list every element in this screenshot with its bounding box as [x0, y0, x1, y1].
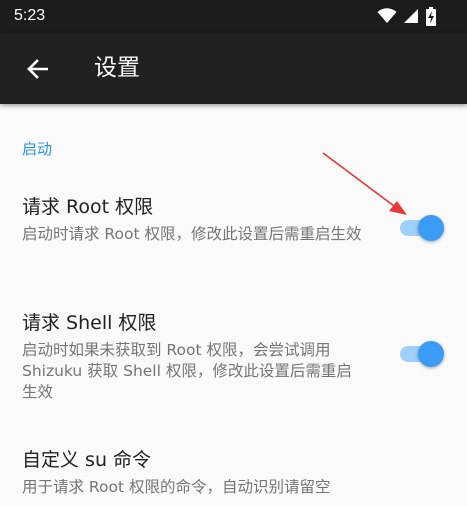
signal-icon [404, 9, 418, 23]
request-shell-switch[interactable] [398, 340, 444, 368]
app-bar: 设置 [0, 33, 467, 104]
arrow-left-icon [27, 59, 48, 79]
battery-charging-icon [426, 6, 436, 26]
settings-list: 启动 请求 Root 权限 启动时请求 Root 权限，修改此设置后需重启生效 … [0, 104, 467, 506]
pref-summary: 启动时如果未获取到 Root 权限，会尝试调用 Shizuku 获取 Shell… [22, 341, 352, 401]
pref-title: 自定义 su 命令 [22, 449, 152, 471]
status-time: 5:23 [14, 7, 46, 24]
pref-custom-su-command[interactable]: 自定义 su 命令 用于请求 Root 权限的命令，自动识别请留空 [0, 447, 467, 506]
page-title: 设置 [94, 55, 140, 81]
pref-request-shell[interactable]: 请求 Shell 权限 启动时如果未获取到 Root 权限，会尝试调用 Shiz… [0, 310, 467, 404]
switch-thumb [418, 215, 444, 241]
switch-thumb [418, 341, 444, 367]
status-bar: 5:23 [0, 0, 467, 33]
pref-title: 请求 Shell 权限 [22, 312, 157, 334]
pref-title: 请求 Root 权限 [22, 196, 154, 218]
status-icons [377, 6, 437, 26]
back-button[interactable] [18, 50, 56, 88]
pref-summary: 启动时请求 Root 权限，修改此设置后需重启生效 [22, 225, 362, 243]
pref-summary: 用于请求 Root 权限的命令，自动识别请留空 [22, 478, 331, 496]
wifi-icon [377, 8, 397, 23]
request-root-switch[interactable] [398, 214, 444, 242]
pref-request-root[interactable]: 请求 Root 权限 启动时请求 Root 权限，修改此设置后需重启生效 [0, 194, 467, 266]
section-header-startup: 启动 [22, 140, 53, 158]
